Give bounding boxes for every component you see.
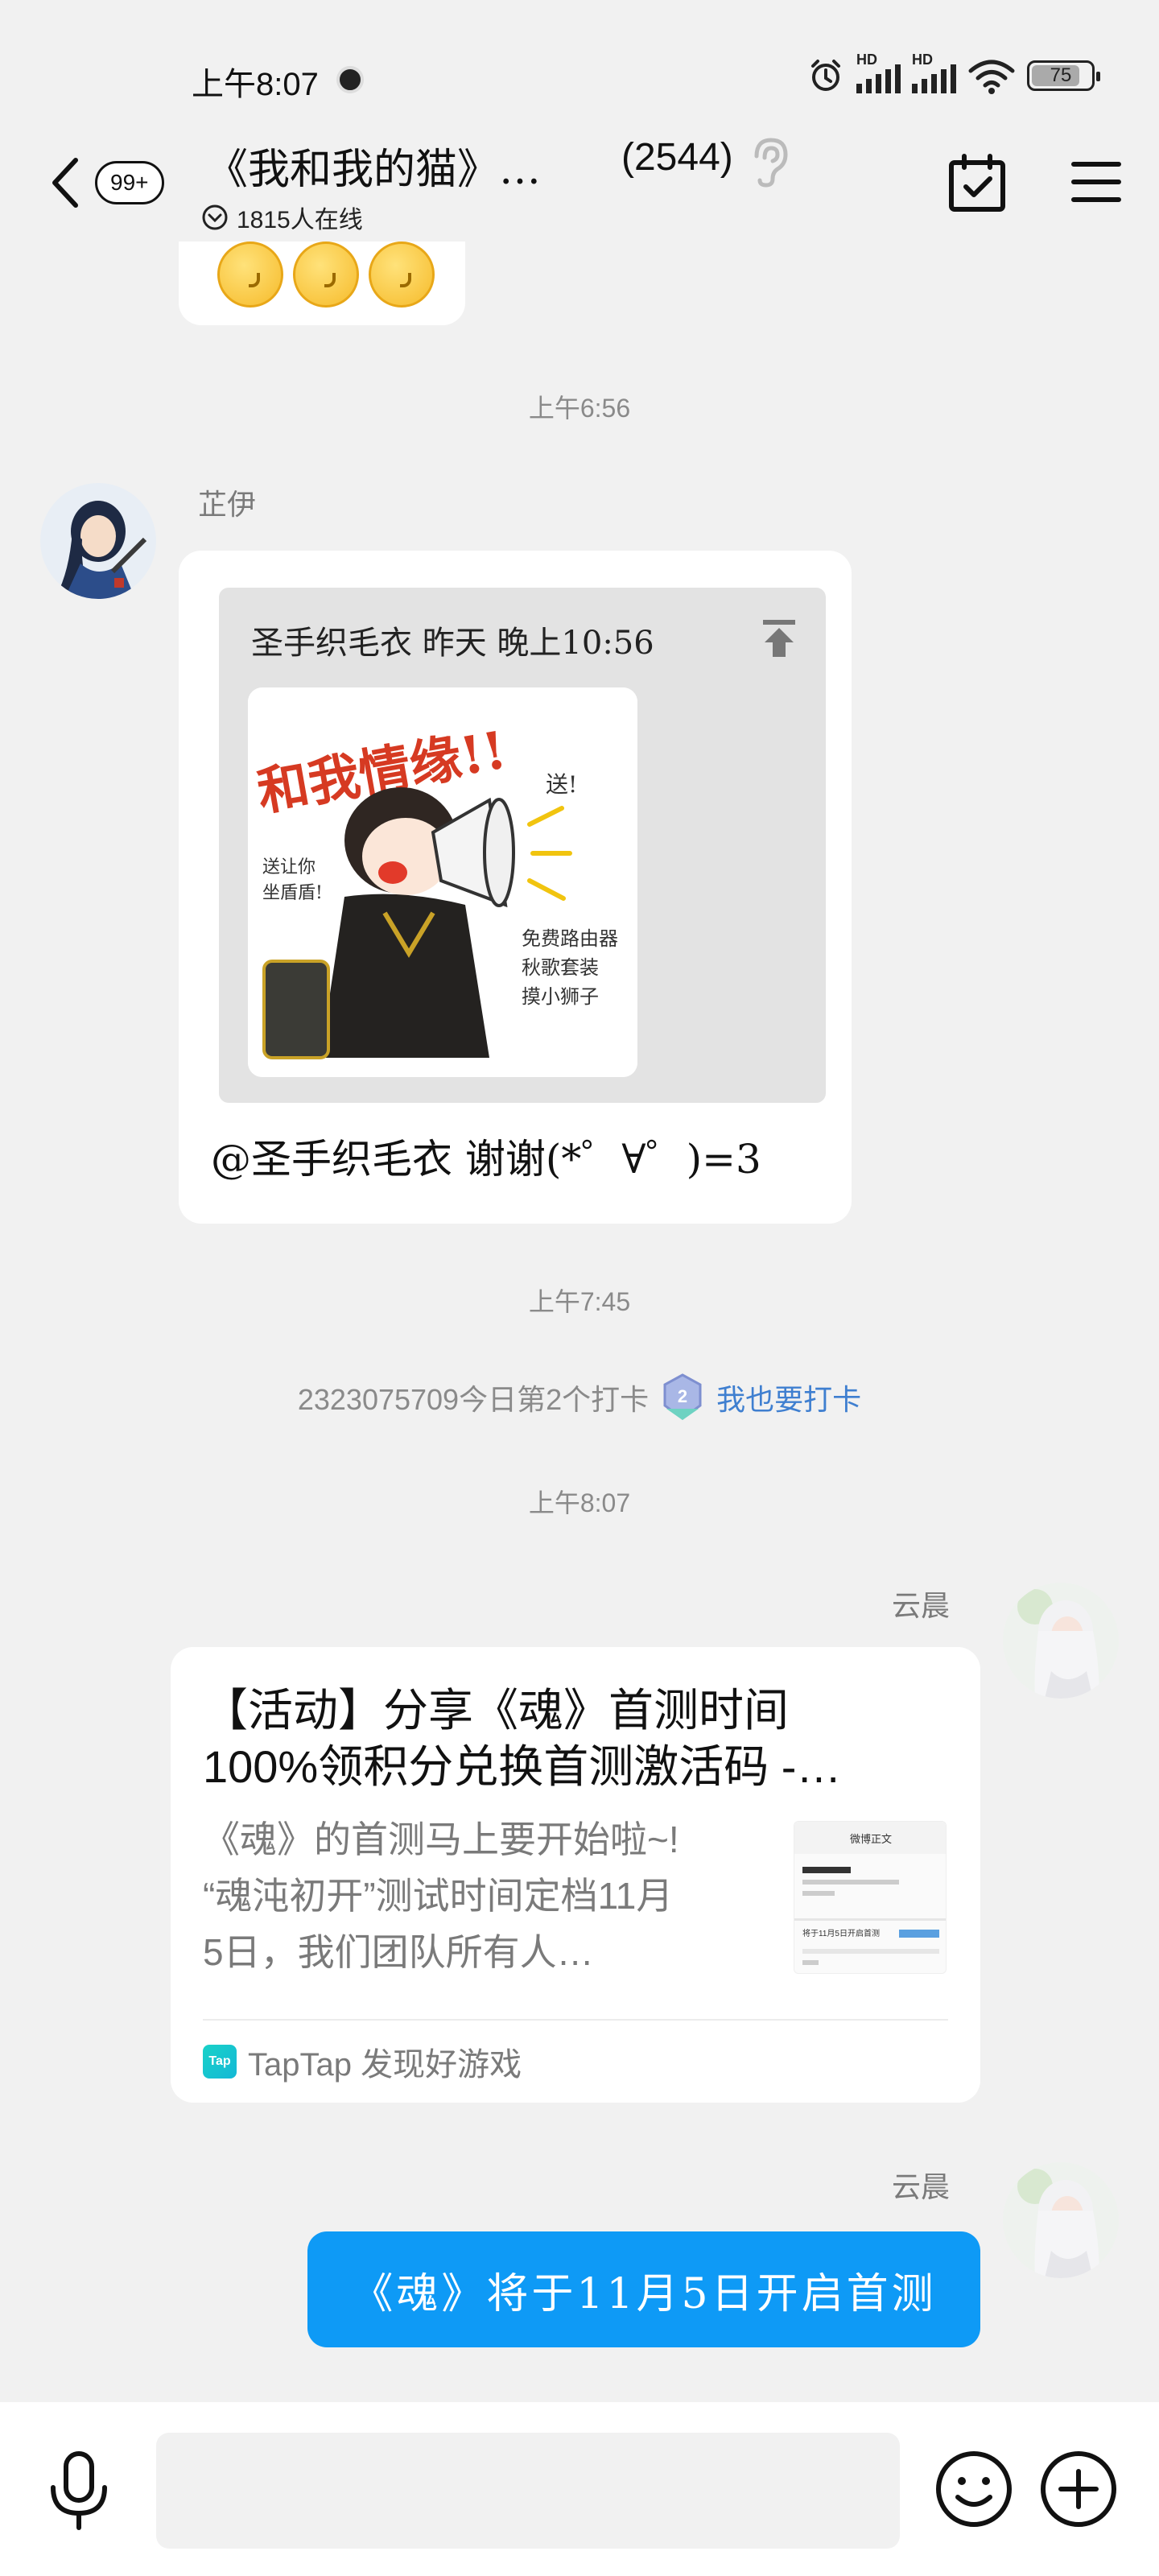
network-label: HD [856,52,877,68]
unread-badge[interactable]: 99+ [95,161,164,204]
thumbnail-line: 将于11月5日开启首测 [802,1928,880,1938]
card-source-name: TapTap 发现好游戏 [248,2047,522,2083]
card-title-line: 【活动】分享《魂》首测时间 [203,1685,789,1736]
thumbnail-title: 微博正文 [850,1833,892,1845]
battery-icon: 75 [1027,60,1100,91]
signal-icon: HD [856,52,901,93]
input-bar [0,2402,1159,2576]
add-icon[interactable] [1038,2449,1119,2529]
reply-text: @圣手织毛衣 谢谢(*゜∀゜)=3 [211,1136,761,1183]
network-label-2: HD [912,52,933,68]
chat-header: 99+ 《我和我的猫》… (2544) 1815人在线 [0,121,1159,242]
member-count[interactable]: (2544) [621,135,733,180]
card-title: 【活动】分享《魂》首测时间 100%领积分兑换首测激活码 -… [203,1682,951,1795]
outgoing-message[interactable]: 《魂》将于11月5日开启首测 [307,2231,980,2347]
smile-emoji-icon [217,242,283,308]
avatar-image [40,483,156,599]
checkin-text: 2323075709今日第2个打卡 [297,1383,650,1416]
sticker-right-text-1: 免费路由器 [522,927,618,950]
emoji-message[interactable] [179,242,465,325]
sticker-right-text-2: 秋歌套装 [522,956,599,979]
checkin-badge-icon: 2 [663,1373,702,1420]
sticker-left-text: 送让你 [262,857,316,877]
sticker-image[interactable]: 和我情缘!! 送! 送让你 坐盾盾! 免费路由器 秋歌套装 摸小狮子 [248,687,637,1077]
sticker-send-text: 送! [546,771,577,798]
avatar[interactable] [1003,2162,1119,2278]
avatar[interactable] [1003,1583,1119,1699]
chevron-left-icon [52,158,78,208]
smile-emoji-icon [293,242,359,308]
avatar-image [1003,1583,1119,1699]
notification-dot-icon [336,66,364,93]
microphone-icon[interactable] [45,2450,113,2531]
signal-icon-2: HD [912,52,956,93]
emoji-icon[interactable] [934,2449,1014,2529]
sticker-left-text-2: 坐盾盾! [262,883,323,903]
smile-emoji-icon [369,242,435,308]
timestamp: 上午8:07 [528,1488,631,1517]
alarm-icon [811,60,840,91]
thumbnail-image: 微博正文 将于11月5日开启首测 [794,1822,946,1973]
online-count: 1815人在线 [237,207,363,233]
quote-header: 圣手织毛衣 昨天 晚上10:56 [251,625,654,662]
group-title[interactable]: 《我和我的猫》… [206,135,541,196]
message-text: 《魂》将于11月5日开启首测 [351,2269,937,2318]
avatar[interactable] [40,483,156,599]
sender-name[interactable]: 芷伊 [198,481,256,523]
menu-icon[interactable] [1070,159,1122,204]
card-thumbnail: 微博正文 将于11月5日开启首测 [794,1821,947,1974]
wifi-icon [968,60,1015,94]
link-card[interactable]: 【活动】分享《魂》首测时间 100%领积分兑换首测激活码 -… 《魂》的首测马上… [171,1647,980,2103]
card-desc-line: 5日，我们团队所有人… [203,1931,594,1973]
card-source: Tap TapTap 发现好游戏 [203,2038,522,2085]
card-desc-line: “魂沌初开”测试时间定档11月 [203,1875,674,1917]
back-button[interactable] [42,155,90,211]
jump-to-top-icon[interactable] [761,618,797,658]
taptap-logo-icon: Tap [203,2045,237,2079]
chevron-down-circle-icon [202,204,228,230]
sticker-right-text-3: 摸小狮子 [522,985,599,1008]
card-title-line: 100%领积分兑换首测激活码 -… [203,1741,842,1792]
quoted-message[interactable]: 圣手织毛衣 昨天 晚上10:56 和我情缘!! 送! 送让你 坐盾盾! 免费路由… [219,588,826,1103]
checkin-link[interactable]: 我也要打卡 [716,1377,861,1418]
card-divider [203,2019,948,2021]
card-desc-line: 《魂》的首测马上要开始啦~! [203,1818,679,1860]
sender-name[interactable]: 云晨 [892,2164,950,2206]
status-time: 上午8:07 [192,67,319,102]
checkin-notice: 2323075709今日第2个打卡 2 我也要打卡 [0,1373,1159,1422]
online-status[interactable]: 1815人在线 [201,200,363,235]
sender-name[interactable]: 云晨 [892,1583,950,1624]
avatar-image [1003,2162,1119,2278]
ear-icon[interactable] [749,137,790,188]
checkin-badge-number: 2 [678,1386,687,1406]
battery-level: 75 [1050,64,1072,86]
timestamp: 上午6:56 [528,394,631,423]
status-icons: HD HD 75 [806,52,1100,95]
calendar-check-icon[interactable] [947,153,1008,214]
card-description: 《魂》的首测马上要开始啦~! “魂沌初开”测试时间定档11月 5日，我们团队所有… [203,1811,726,1980]
sticker-drawing: 和我情缘!! 送! 送让你 坐盾盾! 免费路由器 秋歌套装 摸小狮子 [248,687,637,1077]
message-input[interactable] [156,2433,900,2549]
reply-message[interactable]: 圣手织毛衣 昨天 晚上10:56 和我情缘!! 送! 送让你 坐盾盾! 免费路由… [179,551,852,1224]
timestamp: 上午7:45 [528,1287,631,1316]
